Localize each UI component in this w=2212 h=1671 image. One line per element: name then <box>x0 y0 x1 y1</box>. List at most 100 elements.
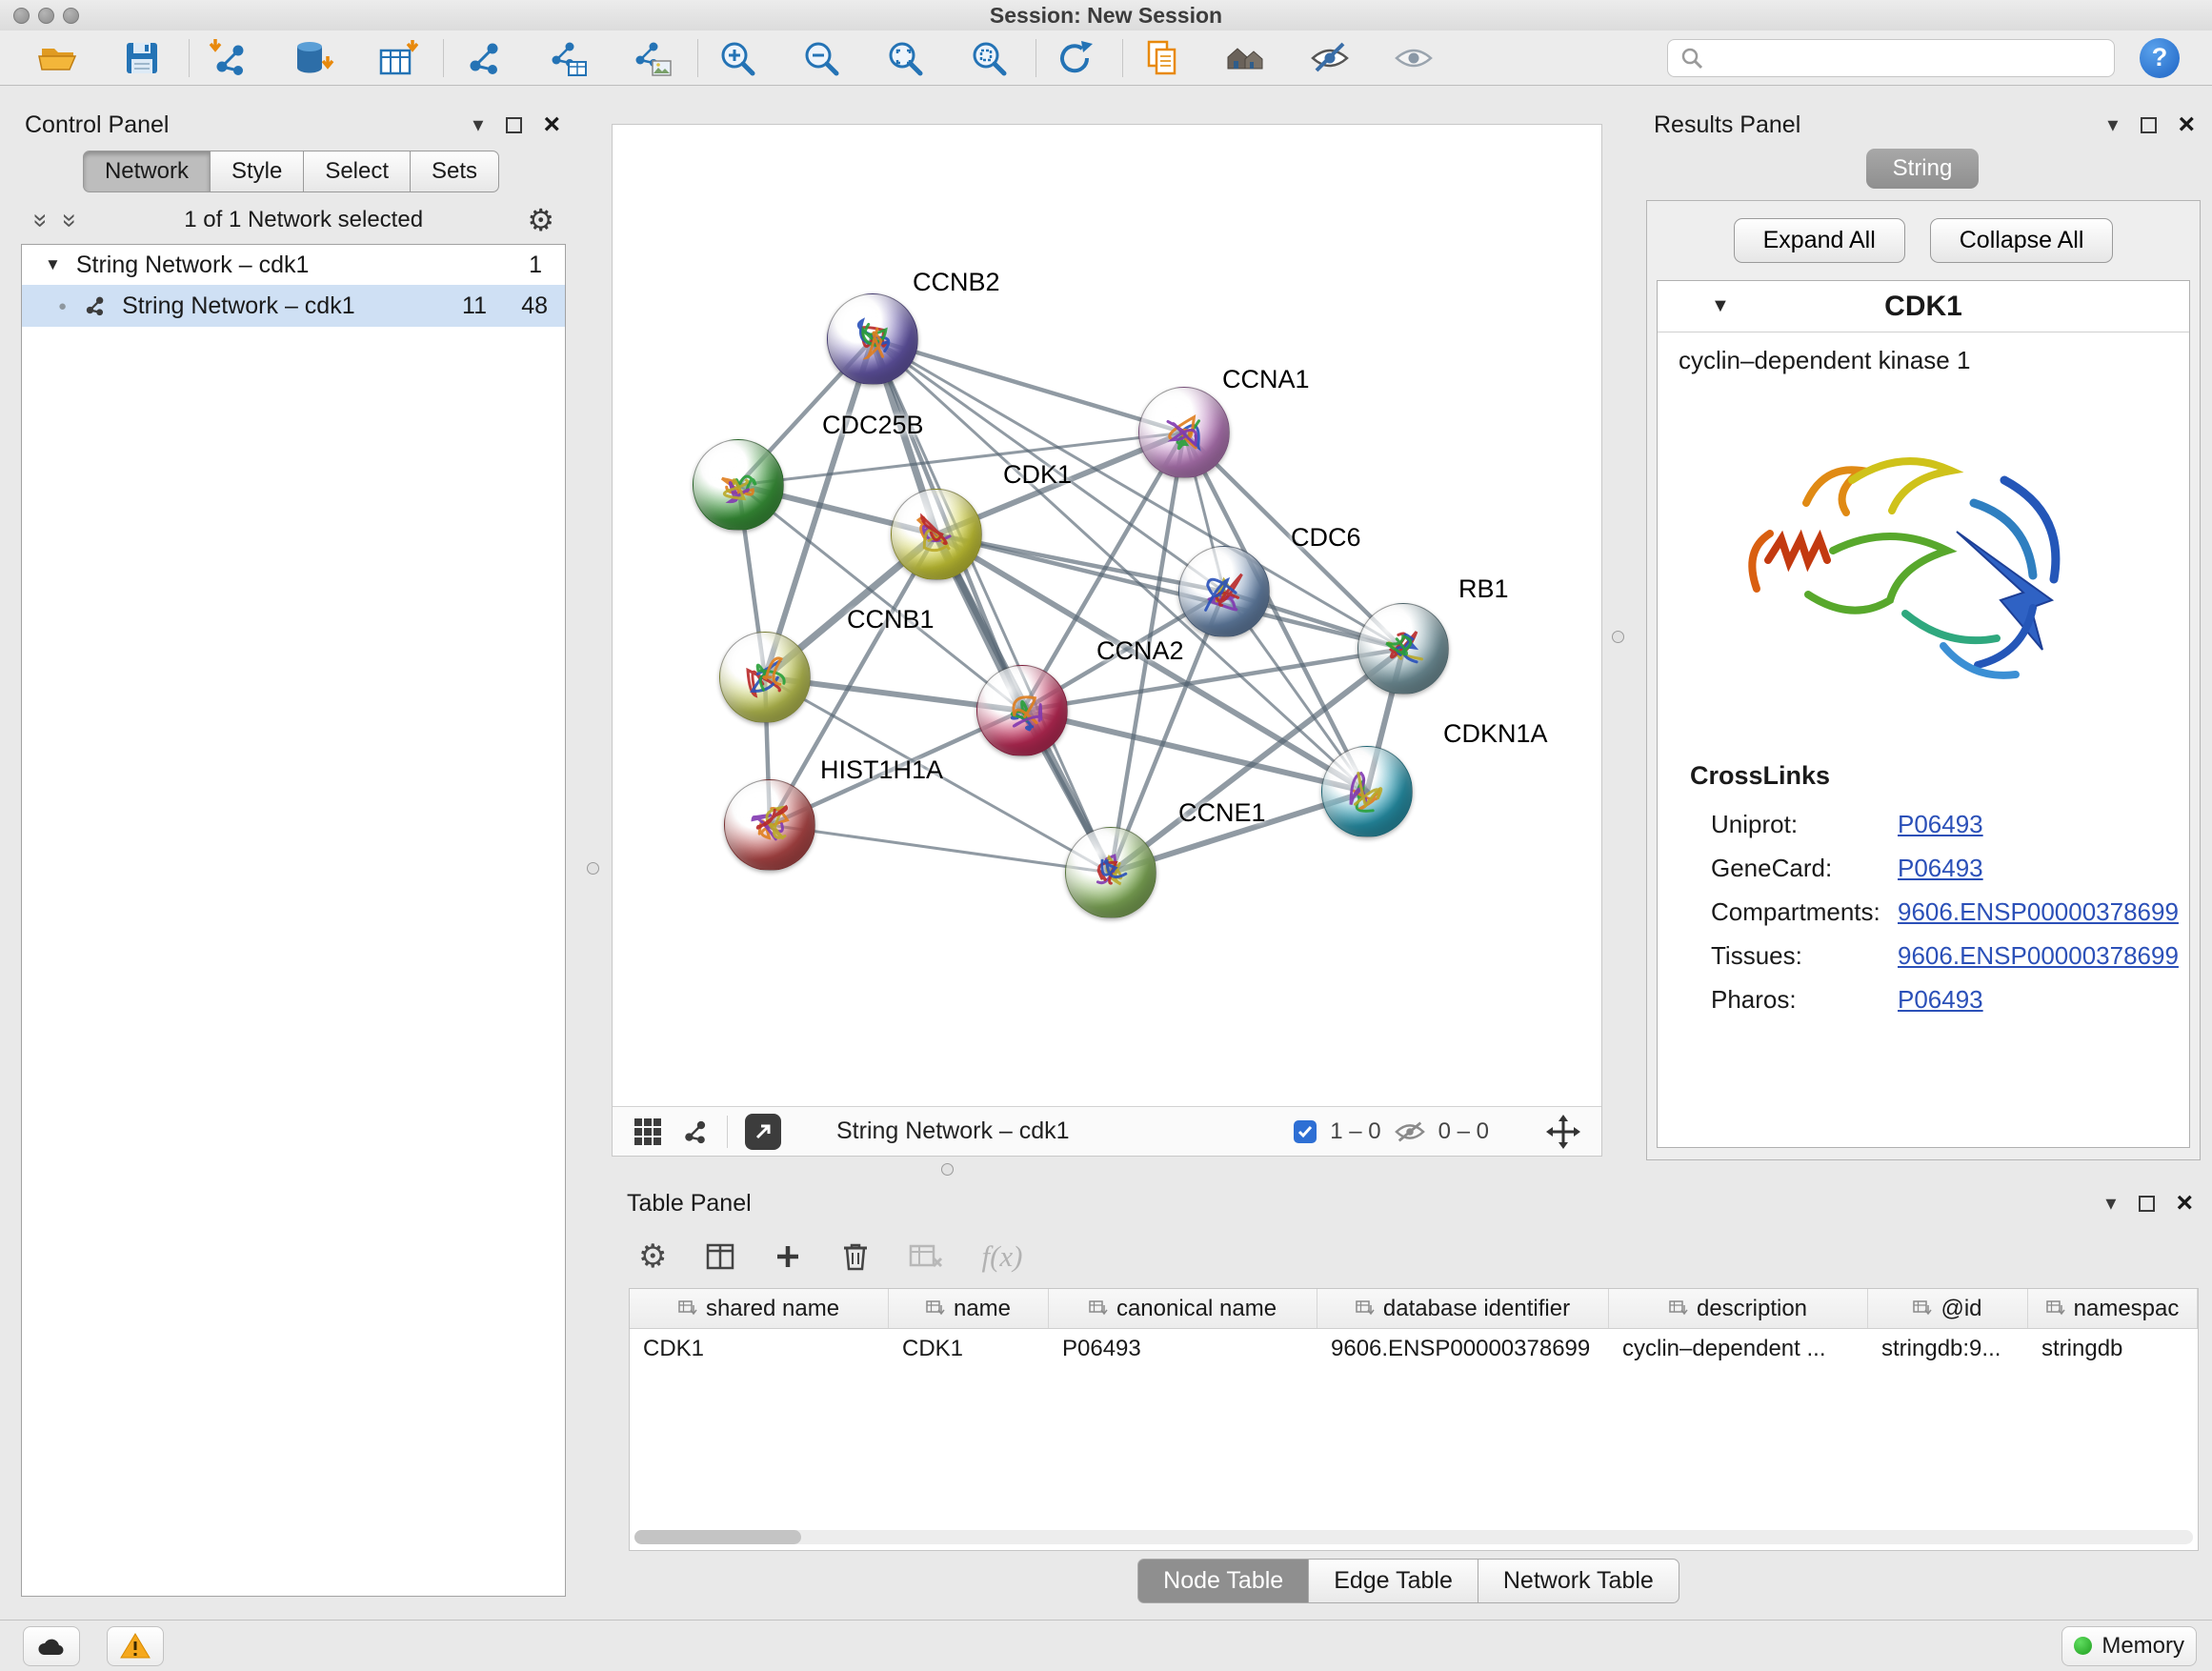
zoom-in-button[interactable] <box>714 34 761 82</box>
float-panel-icon[interactable] <box>506 117 522 133</box>
column-header[interactable]: description <box>1609 1289 1868 1328</box>
network-node-CCNA1[interactable] <box>1138 387 1230 478</box>
horizontal-splitter-handle[interactable] <box>941 1163 954 1176</box>
disclosure-triangle-icon[interactable]: ▼ <box>45 255 61 274</box>
table-cell[interactable]: 9606.ENSP00000378699 <box>1317 1329 1609 1369</box>
main-toolbar: ? <box>0 30 2212 86</box>
collapse-section-icon[interactable]: ▼ <box>1711 295 1730 317</box>
birds-eye-view-button[interactable] <box>679 1117 710 1147</box>
horizontal-scrollbar[interactable] <box>634 1530 2193 1544</box>
table-cell[interactable]: stringdb:9... <box>1868 1329 2028 1369</box>
hide-selected-button[interactable] <box>1306 34 1354 82</box>
collapse-all-icon[interactable]: » <box>27 208 56 232</box>
zoom-fit-button[interactable] <box>881 34 929 82</box>
tab-edge-table[interactable]: Edge Table <box>1308 1559 1478 1603</box>
memory-button[interactable]: Memory <box>2061 1626 2197 1666</box>
column-header[interactable]: canonical name <box>1049 1289 1317 1328</box>
network-node-CCNA2[interactable] <box>976 665 1068 756</box>
chevron-down-icon[interactable]: ▾ <box>473 114 483 135</box>
table-cell[interactable]: cyclin–dependent ... <box>1609 1329 1868 1369</box>
network-from-table-button[interactable] <box>543 34 591 82</box>
network-collection-row[interactable]: ▼ String Network – cdk1 1 <box>22 245 565 285</box>
crosslink-link[interactable]: 9606.ENSP00000378699 <box>1898 897 2179 927</box>
results-panel: Results Panel ▾ × String Expand All Coll… <box>1639 103 2206 1160</box>
scrollbar-thumb[interactable] <box>634 1530 801 1544</box>
apply-layout-button[interactable] <box>1052 34 1099 82</box>
import-network-database-button[interactable] <box>289 34 336 82</box>
zoom-out-button[interactable] <box>797 34 845 82</box>
delete-column-button[interactable] <box>840 1240 871 1273</box>
search-box[interactable] <box>1667 39 2115 77</box>
tab-node-table[interactable]: Node Table <box>1137 1559 1309 1603</box>
tab-sets[interactable]: Sets <box>410 151 499 192</box>
search-input[interactable] <box>1714 45 2102 70</box>
table-cell[interactable]: stringdb <box>2028 1329 2198 1369</box>
chevron-down-icon[interactable]: ▾ <box>2105 1193 2116 1214</box>
tab-network[interactable]: Network <box>83 151 211 192</box>
export-network-image-button[interactable] <box>627 34 674 82</box>
import-table-button[interactable] <box>372 34 420 82</box>
crosslink-link[interactable]: P06493 <box>1898 985 1983 1015</box>
show-all-button[interactable] <box>1390 34 1438 82</box>
tab-network-table[interactable]: Network Table <box>1478 1559 1679 1603</box>
table-cell[interactable]: CDK1 <box>889 1329 1049 1369</box>
save-session-button[interactable] <box>118 34 166 82</box>
network-row-selected[interactable]: ● String Network – cdk1 11 48 <box>22 285 565 327</box>
table-cell[interactable]: P06493 <box>1049 1329 1317 1369</box>
chevron-down-icon[interactable]: ▾ <box>2107 114 2118 135</box>
column-header[interactable]: shared name <box>630 1289 889 1328</box>
network-node-CCNE1[interactable] <box>1065 827 1156 918</box>
selected-checkbox-icon[interactable] <box>1294 1120 1317 1143</box>
cloud-status-button[interactable] <box>23 1626 80 1666</box>
collapse-all-button[interactable]: Collapse All <box>1930 218 2114 263</box>
crosslink-link[interactable]: P06493 <box>1898 854 1983 883</box>
tab-string[interactable]: String <box>1866 149 1980 189</box>
close-panel-icon[interactable]: × <box>543 111 560 139</box>
help-button[interactable]: ? <box>2140 38 2180 78</box>
export-view-button[interactable] <box>745 1114 781 1150</box>
grid-view-button[interactable] <box>633 1117 662 1146</box>
float-panel-icon[interactable] <box>2139 1196 2155 1212</box>
network-node-CDC6[interactable] <box>1178 546 1270 637</box>
network-node-RB1[interactable] <box>1357 603 1449 695</box>
vertical-splitter-handle[interactable] <box>587 862 599 875</box>
table-cell[interactable]: CDK1 <box>630 1329 889 1369</box>
column-header[interactable]: name <box>889 1289 1049 1328</box>
column-header[interactable]: database identifier <box>1317 1289 1609 1328</box>
network-node-label-CCNB1: CCNB1 <box>847 605 935 634</box>
copy-document-button[interactable] <box>1138 34 1186 82</box>
expand-all-button[interactable]: Expand All <box>1734 218 1905 263</box>
vertical-splitter-handle[interactable] <box>1612 631 1624 643</box>
close-panel-icon[interactable]: × <box>2176 1189 2193 1218</box>
table-settings-gear-icon[interactable]: ⚙ <box>638 1238 667 1276</box>
add-column-button[interactable] <box>774 1242 802 1271</box>
new-network-button[interactable] <box>459 34 507 82</box>
close-panel-icon[interactable]: × <box>2178 111 2195 139</box>
network-options-gear-icon[interactable]: ⚙ <box>527 202 554 238</box>
network-node-CDKN1A[interactable] <box>1321 746 1413 837</box>
table-row[interactable]: CDK1 CDK1 P06493 9606.ENSP00000378699 cy… <box>630 1329 2198 1369</box>
plus-icon <box>774 1242 802 1271</box>
pan-tool-button[interactable] <box>1546 1115 1580 1149</box>
crosslink-link[interactable]: 9606.ENSP00000378699 <box>1898 941 2179 971</box>
expand-all-icon[interactable]: « <box>53 208 83 232</box>
column-header[interactable]: namespac <box>2028 1289 2198 1328</box>
tab-select[interactable]: Select <box>303 151 411 192</box>
network-canvas[interactable]: CCNB2CCNA1CDC25BCDK1CDC6RB1CCNB1CCNA2CDK… <box>613 125 1601 1106</box>
network-node-CCNB2[interactable] <box>827 293 918 385</box>
network-node-HIST1H1A[interactable] <box>724 779 815 871</box>
warnings-button[interactable] <box>107 1626 164 1666</box>
network-node-CCNB1[interactable] <box>719 632 811 723</box>
column-header[interactable]: @id <box>1868 1289 2028 1328</box>
float-panel-icon[interactable] <box>2141 117 2157 133</box>
crosslink-link[interactable]: P06493 <box>1898 810 1983 839</box>
network-node-CDK1[interactable] <box>891 489 982 580</box>
home-button[interactable] <box>1222 34 1270 82</box>
zoom-selected-button[interactable] <box>965 34 1013 82</box>
open-session-button[interactable] <box>34 34 82 82</box>
network-node-CDC25B[interactable] <box>693 439 784 531</box>
tab-style[interactable]: Style <box>210 151 304 192</box>
show-columns-button[interactable] <box>705 1241 735 1272</box>
import-network-file-button[interactable] <box>205 34 252 82</box>
network-edges <box>613 125 1601 1106</box>
